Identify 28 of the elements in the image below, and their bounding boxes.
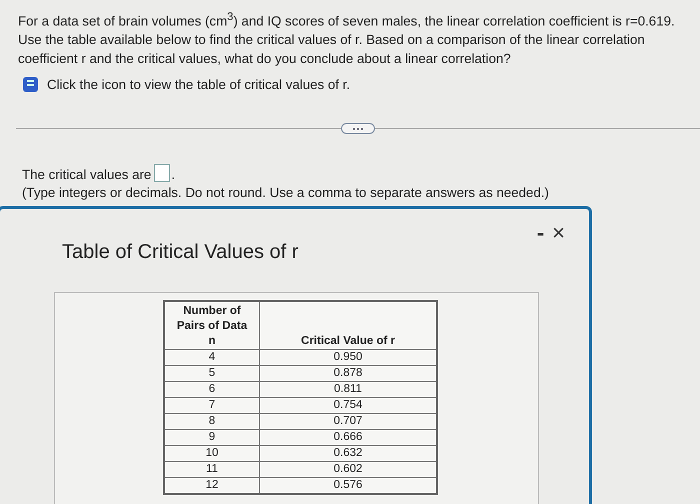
table-cell: 10 (164, 446, 260, 462)
table-cell: 0.666 (260, 430, 437, 446)
dialog-title: Table of Critical Values of r (62, 241, 298, 264)
minimize-button[interactable]: - (532, 223, 548, 244)
book-icon[interactable] (22, 76, 39, 94)
table-cell: 5 (164, 366, 260, 382)
table-cell: 0.878 (260, 366, 437, 382)
column-header: Number of Pairs of Data n (164, 301, 260, 350)
table-cell: 7 (164, 398, 260, 414)
answer-field[interactable] (154, 164, 170, 182)
table-cell: 0.950 (260, 350, 437, 366)
answer-suffix: . (171, 167, 176, 182)
table-cell: 6 (164, 382, 260, 398)
table-cell: 11 (164, 462, 260, 478)
table-cell: 9 (164, 430, 260, 446)
answer-prompt: The critical values are (22, 167, 152, 182)
question-text: For a data set of brain volumes (cm$^{3}$) and IQ scores of seven males, the linear correlation coefficient is r=0.619. Use the table available below to find the critical values of r. Based on a comparison of the linear correlation coefficient r and the critical values, what do you conclude about a linear correlation? (18, 10, 676, 68)
table-cell: 0.811 (260, 382, 437, 398)
table-cell: 0.602 (260, 462, 437, 478)
hint-text: Click the icon to view the table of critical values of r. (47, 77, 350, 92)
more-button[interactable] (341, 123, 375, 134)
table-cell: 0.754 (260, 398, 437, 414)
table-cell: 8 (164, 414, 260, 430)
answer-note: (Type integers or decimals. Do not round. Use a comma to separate answers as needed.) (22, 185, 550, 200)
table-cell: 0.707 (260, 414, 437, 430)
table-cell: 4 (164, 350, 260, 366)
close-button[interactable]: × (548, 223, 569, 244)
table-cell: 0.632 (260, 446, 437, 462)
